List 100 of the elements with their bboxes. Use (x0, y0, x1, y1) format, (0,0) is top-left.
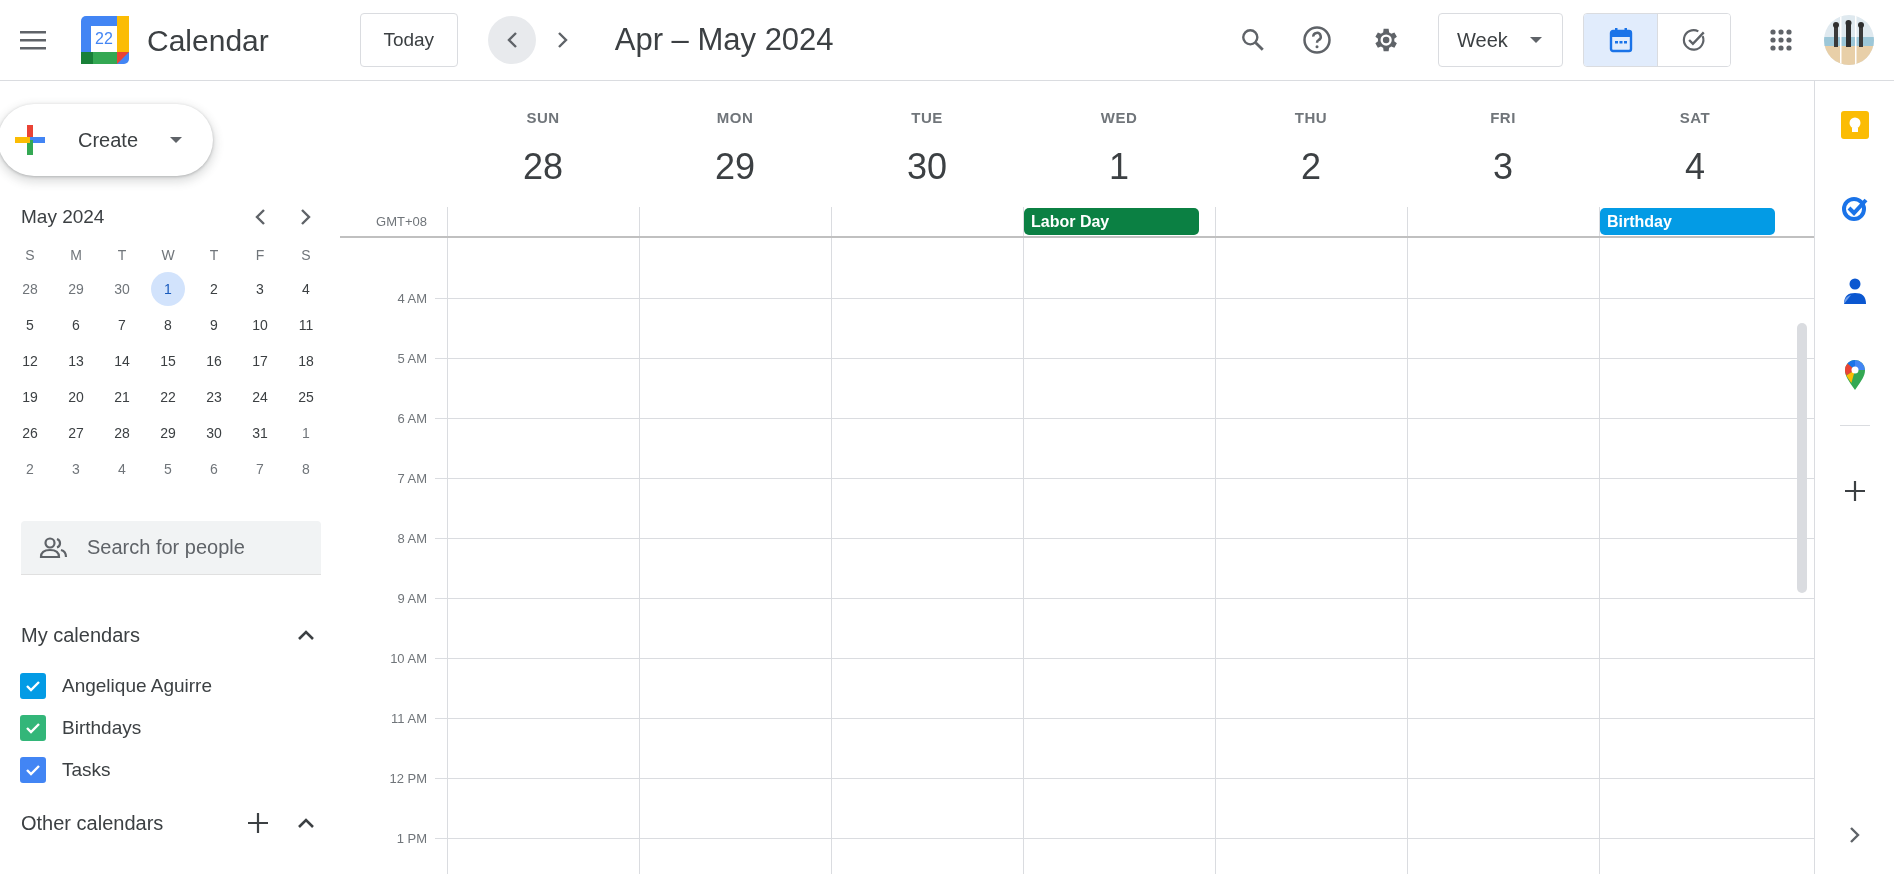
app-title: Calendar (147, 22, 269, 59)
date-cell[interactable]: 30 (105, 272, 139, 306)
date-cell[interactable]: 7 (243, 452, 277, 486)
hour-label: 8 AM (397, 530, 427, 548)
date-cell[interactable]: 27 (59, 416, 93, 450)
date-cell[interactable]: 23 (197, 380, 231, 414)
hour-label: 9 AM (397, 590, 427, 608)
date-cell[interactable]: 9 (197, 308, 231, 342)
apps-grid-icon[interactable] (1769, 28, 1793, 52)
date-cell[interactable]: 2 (13, 452, 47, 486)
map-pin-icon[interactable] (1842, 359, 1867, 391)
people-search-field[interactable]: Search for people (21, 521, 321, 575)
hour-label: 7 AM (397, 470, 427, 488)
weekday-label: F (255, 245, 265, 265)
date-number[interactable]: 4 (1685, 139, 1705, 194)
month-title: May 2024 (21, 204, 106, 229)
weekday-label: SAT (1679, 108, 1711, 128)
weekday-label: WED (1100, 108, 1138, 128)
tasks-view-toggle[interactable] (1657, 14, 1730, 66)
hour-label: 5 AM (397, 350, 427, 368)
weekday-label: T (209, 245, 219, 265)
date-cell[interactable]: 8 (289, 452, 323, 486)
caret-icon (1530, 37, 1542, 43)
date-cell[interactable]: 30 (197, 416, 231, 450)
date-cell[interactable]: 5 (151, 452, 185, 486)
date-number[interactable]: 2 (1301, 139, 1321, 194)
date-cell[interactable]: 11 (289, 308, 323, 342)
date-cell[interactable]: 2 (197, 272, 231, 306)
date-cell[interactable]: 24 (243, 380, 277, 414)
weekday-label: M (70, 245, 82, 265)
avatar[interactable] (1824, 15, 1874, 65)
date-cell[interactable]: 28 (105, 416, 139, 450)
date-cell[interactable]: 6 (197, 452, 231, 486)
date-cell[interactable]: 12 (13, 344, 47, 378)
chevron-up-icon[interactable] (297, 629, 315, 641)
date-number[interactable]: 3 (1493, 139, 1513, 194)
date-cell[interactable]: 29 (151, 416, 185, 450)
menu-icon[interactable] (20, 30, 46, 50)
hour-label: 12 PM (389, 770, 427, 788)
checkbox[interactable] (20, 757, 46, 783)
hour-label: 1 PM (396, 830, 427, 848)
date-number[interactable]: 29 (714, 139, 755, 194)
timezone-label: GMT+08 (376, 212, 427, 231)
date-cell[interactable]: 13 (59, 344, 93, 378)
date-cell[interactable]: 17 (243, 344, 277, 378)
check-circle-icon (1681, 27, 1707, 53)
date-number[interactable]: 28 (522, 139, 563, 194)
view-dropdown[interactable]: Week (1438, 13, 1563, 67)
weekday-label: THU (1294, 108, 1328, 128)
date-cell[interactable]: 20 (59, 380, 93, 414)
add-icon[interactable] (1843, 480, 1866, 502)
date-cell[interactable]: 25 (289, 380, 323, 414)
weekday-label: S (25, 245, 35, 265)
date-cell[interactable]: 22 (151, 380, 185, 414)
date-cell[interactable]: 10 (243, 308, 277, 342)
date-cell[interactable]: 3 (59, 452, 93, 486)
date-cell[interactable]: 3 (243, 272, 277, 306)
today-button[interactable]: Today (359, 13, 458, 67)
weekday-label: FRI (1490, 108, 1516, 128)
date-cell[interactable]: 18 (289, 344, 323, 378)
date-cell[interactable]: 7 (105, 308, 139, 342)
date-range-title: Apr – May 2024 (614, 20, 834, 59)
calendar-icon (1608, 27, 1633, 53)
date-cell[interactable]: 21 (105, 380, 139, 414)
date-cell[interactable]: 16 (197, 344, 231, 378)
chevron-right-icon[interactable] (1848, 826, 1861, 844)
date-cell[interactable]: 4 (105, 452, 139, 486)
date-number[interactable]: 30 (906, 139, 947, 194)
check-circle-icon[interactable] (1840, 194, 1869, 222)
date-number[interactable]: 1 (1109, 139, 1129, 194)
date-cell[interactable]: 28 (13, 272, 47, 306)
date-cell[interactable]: 4 (289, 272, 323, 306)
date-cell[interactable]: 6 (59, 308, 93, 342)
person-icon[interactable] (1841, 277, 1868, 305)
date-cell[interactable]: 31 (243, 416, 277, 450)
calendar-logo: 22 (81, 16, 129, 64)
checkbox[interactable] (20, 673, 46, 699)
date-cell[interactable]: 5 (13, 308, 47, 342)
date-cell[interactable]: 8 (151, 308, 185, 342)
date-cell[interactable]: 1 (151, 272, 185, 306)
scrollbar[interactable] (1797, 323, 1807, 593)
calendar-name[interactable]: Angelique Aguirre (62, 671, 212, 701)
calendar-name[interactable]: Tasks (62, 755, 111, 785)
chevron-up-icon[interactable] (297, 817, 315, 829)
date-cell[interactable]: 14 (105, 344, 139, 378)
date-cell[interactable]: 19 (13, 380, 47, 414)
help-icon[interactable] (1302, 25, 1332, 55)
checkbox[interactable] (20, 715, 46, 741)
date-cell[interactable]: 15 (151, 344, 185, 378)
event-chip[interactable]: Labor Day (1024, 208, 1199, 235)
section-title: Other calendars (21, 811, 165, 836)
date-cell[interactable]: 1 (289, 416, 323, 450)
add-icon[interactable] (247, 812, 269, 834)
calendar-name[interactable]: Birthdays (62, 713, 142, 743)
calendar-view-toggle[interactable] (1584, 14, 1657, 66)
date-cell[interactable]: 26 (13, 416, 47, 450)
people-icon (39, 537, 69, 559)
weekday-label: S (301, 245, 311, 265)
date-cell[interactable]: 29 (59, 272, 93, 306)
create-button[interactable]: Create (0, 104, 213, 176)
